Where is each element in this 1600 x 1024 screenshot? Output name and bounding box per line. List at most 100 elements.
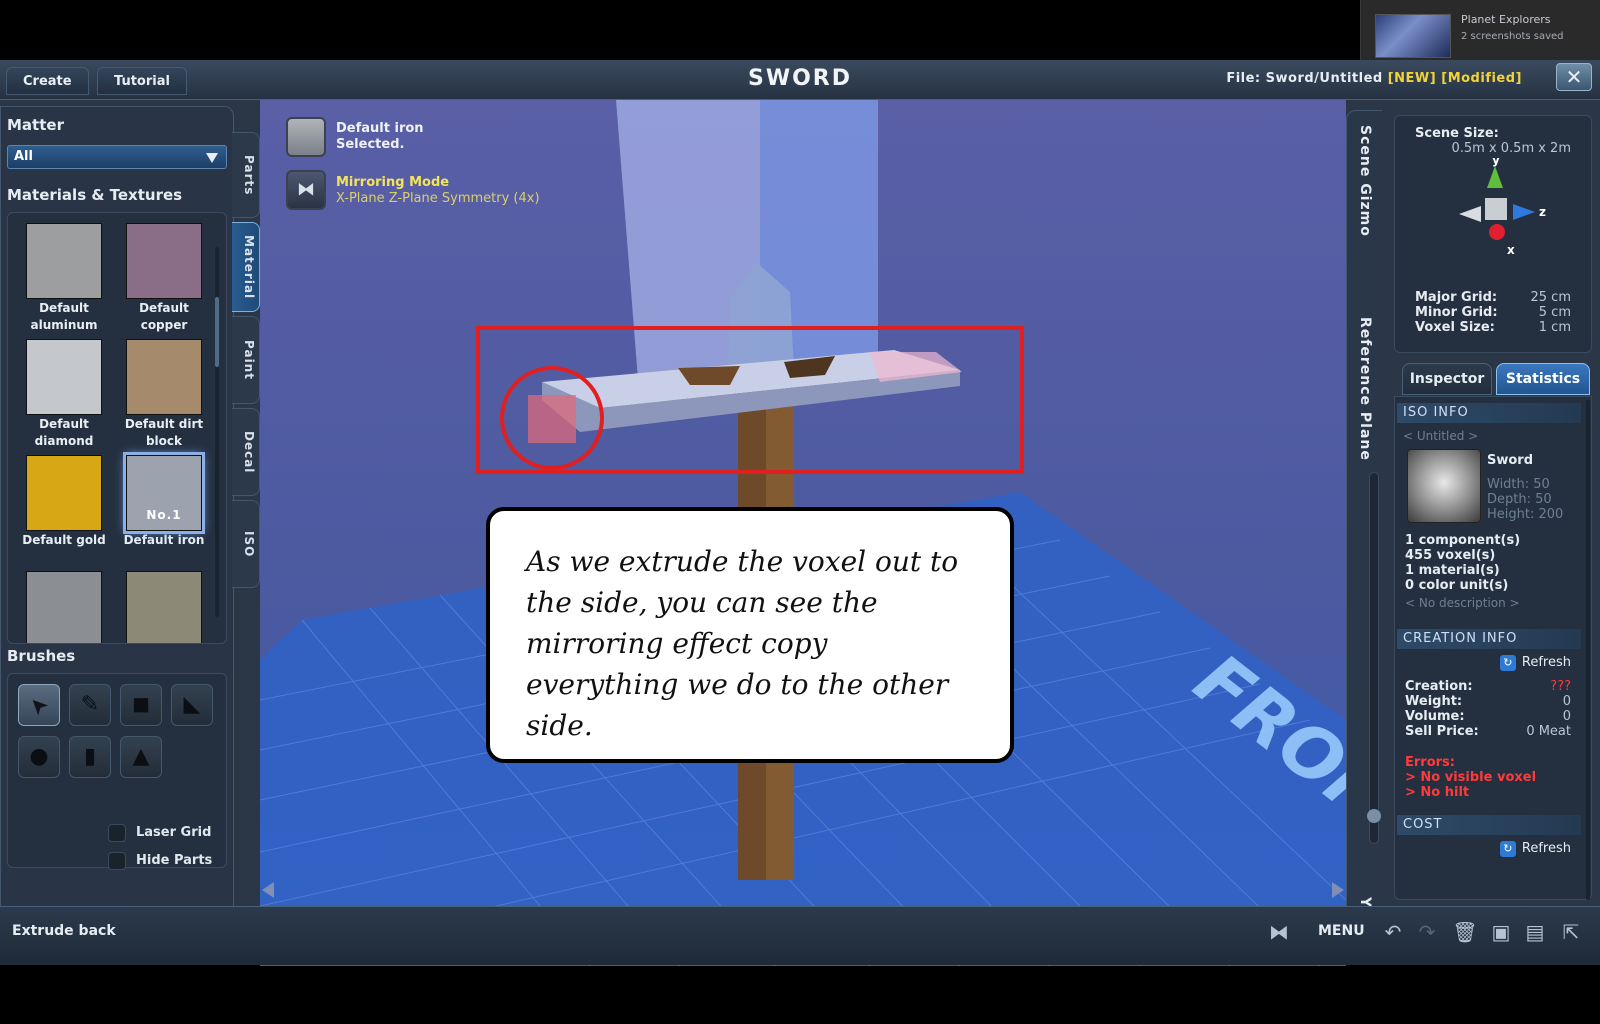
redo-icon[interactable]: ↷	[1414, 919, 1440, 945]
material-label-line2: diamond	[34, 434, 94, 448]
iso-thumbnail	[1407, 449, 1481, 523]
minor-grid-value: 5 cm	[1538, 305, 1571, 320]
matter-dropdown[interactable]: All	[7, 145, 227, 169]
top-bar: Create Tutorial SWORD File: Sword/Untitl…	[0, 60, 1600, 100]
tab-inspector[interactable]: Inspector	[1402, 363, 1492, 395]
save-as-icon[interactable]: ▤	[1522, 919, 1548, 945]
close-icon: ✕	[1565, 65, 1583, 89]
matter-dropdown-value: All	[14, 149, 33, 164]
error-no-hilt: > No hilt	[1405, 785, 1470, 800]
component-count: 1 component(s)	[1405, 533, 1521, 548]
delete-icon[interactable]: 🗑	[1452, 919, 1478, 945]
materials-scrollbar[interactable]	[215, 247, 219, 617]
voxel-size-label: Voxel Size:	[1415, 320, 1495, 335]
brush-cylinder[interactable]: ▮	[69, 736, 111, 778]
mirroring-mode-description: X-Plane Z-Plane Symmetry (4x)	[336, 191, 540, 206]
errors-title: Errors:	[1405, 755, 1455, 770]
statistics-scrollbar[interactable]	[1586, 400, 1590, 900]
iso-description: < No description >	[1405, 596, 1520, 610]
material-swatch	[126, 339, 202, 415]
brush-cone[interactable]: ▲	[120, 736, 162, 778]
tab-decal[interactable]: Decal	[232, 408, 260, 496]
cost-refresh-button[interactable]: ↻ Refresh	[1499, 841, 1571, 857]
material-item[interactable]: Default dirt block	[114, 339, 214, 449]
tab-iso[interactable]: ISO	[232, 500, 260, 588]
tab-paint[interactable]: Paint	[232, 316, 260, 404]
volume-value: 0	[1562, 709, 1571, 724]
hide-parts-checkbox[interactable]	[108, 852, 126, 870]
brush-sphere[interactable]: ●	[18, 736, 60, 778]
selected-material-swatch[interactable]	[286, 117, 326, 157]
material-item[interactable]: Default aluminum	[14, 223, 114, 333]
y-axis-label: y	[1492, 158, 1500, 167]
undo-icon[interactable]: ↶	[1380, 919, 1406, 945]
materials-grid: Default aluminum Default copper Default diamo…	[7, 212, 227, 644]
material-item[interactable]: Default gold	[14, 455, 114, 550]
hide-parts-label: Hide Parts	[136, 853, 213, 868]
file-flag-new: [NEW]	[1387, 71, 1437, 86]
laser-grid-label: Laser Grid	[136, 825, 212, 840]
z-axis-label: z	[1539, 205, 1546, 219]
scrollbar-thumb[interactable]	[215, 297, 219, 367]
menu-button[interactable]: MENU	[1318, 923, 1365, 939]
scene-size-label: Scene Size:	[1415, 126, 1499, 141]
volume-label: Volume:	[1405, 709, 1465, 724]
brushes-panel: ➤ ✎ ◼ ◣ ● ▮ ▲ Laser Grid Hide Parts	[7, 673, 227, 870]
iso-name: Sword	[1487, 453, 1534, 468]
3d-viewport[interactable]: FRON Default iron Selected. ⧓ Mirroring …	[260, 100, 1346, 966]
screenshot-notification[interactable]: Planet Explorers 2 screenshots saved	[1360, 0, 1600, 60]
tab-reference-plane[interactable]: Reference Plane	[1357, 317, 1373, 461]
tab-decal-label: Decal	[242, 430, 256, 474]
brush-select[interactable]: ➤	[18, 684, 60, 726]
tab-statistics[interactable]: Statistics	[1496, 363, 1590, 395]
laser-grid-checkbox[interactable]	[108, 824, 126, 842]
file-path: Sword/Untitled	[1265, 71, 1383, 86]
material-item[interactable]: Default diamond	[14, 339, 114, 449]
tab-scene-gizmo[interactable]: Scene Gizmo	[1357, 125, 1373, 237]
material-swatch	[126, 223, 202, 299]
material-item[interactable]: Default copper	[114, 223, 214, 333]
materials-title: Materials & Textures	[7, 186, 183, 204]
brush-pencil[interactable]: ✎	[69, 684, 111, 726]
export-icon[interactable]: ⇱	[1558, 919, 1584, 945]
bottom-bar: Extrude back ⧓ MENU ↶ ↷ 🗑 ▣ ▤ ⇱	[0, 906, 1600, 965]
refresh-label: Refresh	[1521, 841, 1571, 856]
sell-price-value: 0 Meat	[1526, 724, 1571, 739]
tab-material[interactable]: Material	[232, 222, 260, 312]
material-label: Default gold	[22, 533, 106, 547]
notification-subtitle: 2 screenshots saved	[1461, 31, 1564, 42]
reference-plane-slider[interactable]	[1367, 472, 1381, 844]
slider-knob[interactable]	[1367, 809, 1381, 823]
tab-paint-label: Paint	[242, 340, 256, 380]
screenshot-thumbnail	[1375, 14, 1451, 58]
material-item[interactable]	[14, 571, 114, 643]
material-badge: No.1	[146, 508, 182, 522]
mirroring-mode-button[interactable]: ⧓	[286, 170, 326, 210]
material-item[interactable]: No.1 Default iron	[114, 455, 214, 550]
z-axis-arrow	[1513, 204, 1535, 220]
close-button[interactable]: ✕	[1556, 63, 1592, 91]
sell-price-label: Sell Price:	[1405, 724, 1479, 739]
neg-x-axis-arrow	[1459, 206, 1481, 222]
mirror-icon[interactable]: ⧓	[1266, 919, 1292, 945]
creation-info-header: CREATION INFO	[1397, 629, 1581, 649]
color-unit-count: 0 color unit(s)	[1405, 578, 1509, 593]
slope-icon: ◣	[183, 692, 201, 717]
x-axis-label: x	[1507, 243, 1515, 257]
material-swatch	[26, 339, 102, 415]
material-label: Default iron	[123, 533, 205, 547]
brush-box[interactable]: ◼	[120, 684, 162, 726]
screen: Planet Explorers 2 screenshots saved Cre…	[0, 0, 1600, 1024]
save-icon[interactable]: ▣	[1488, 919, 1514, 945]
material-label: Default	[39, 417, 89, 431]
tab-parts[interactable]: Parts	[232, 132, 260, 218]
creation-refresh-button[interactable]: ↻ Refresh	[1499, 655, 1571, 671]
editor-window: Create Tutorial SWORD File: Sword/Untitl…	[0, 60, 1600, 966]
brush-slope[interactable]: ◣	[171, 684, 213, 726]
material-swatch	[126, 571, 202, 643]
file-label: File:	[1226, 71, 1261, 86]
material-item[interactable]	[114, 571, 214, 643]
material-swatch	[26, 455, 102, 531]
axis-gizmo[interactable]: y z x	[1435, 158, 1555, 258]
tab-parts-label: Parts	[242, 154, 256, 196]
